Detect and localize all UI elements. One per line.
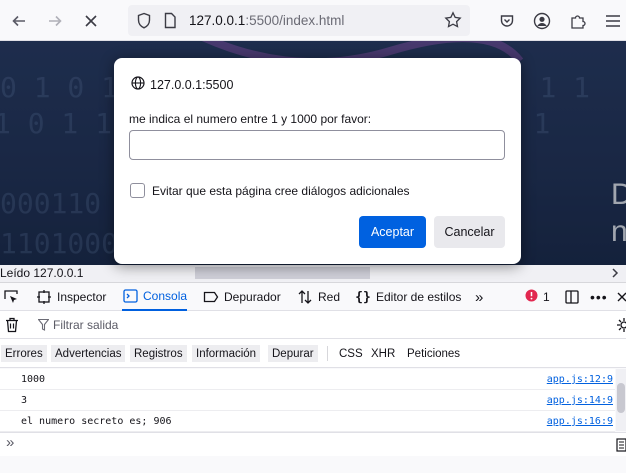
forward-arrow-icon[interactable] (42, 8, 68, 34)
pocket-icon[interactable] (494, 8, 520, 34)
filter-debug[interactable]: Depurar (268, 345, 318, 362)
tab-style-editor[interactable]: {} Editor de estilos (355, 283, 461, 311)
trash-icon[interactable] (5, 317, 19, 336)
suppress-dialogs-label[interactable]: Evitar que esta página cree diálogos adi… (152, 184, 410, 198)
filter-logs[interactable]: Registros (130, 345, 187, 362)
page-info-icon[interactable] (163, 12, 177, 32)
inspector-icon (36, 289, 52, 305)
back-arrow-icon[interactable] (6, 8, 32, 34)
console-settings-icon[interactable] (616, 317, 626, 336)
log-source-link[interactable]: app.js:12:9 (547, 374, 613, 385)
filter-input[interactable]: Filtrar salida (53, 318, 118, 332)
console-filter-bar: Filtrar salida (0, 311, 626, 339)
url-text[interactable]: 127.0.0.1:5500/index.html (189, 13, 344, 28)
console-log-row: 3 app.js:14:9 (0, 390, 615, 411)
stop-loading-icon[interactable] (78, 8, 104, 34)
account-icon[interactable] (529, 8, 555, 34)
log-message: el numero secreto es; 906 (21, 416, 172, 427)
filter-info[interactable]: Información (192, 345, 261, 362)
shield-icon[interactable] (136, 12, 152, 32)
console-input[interactable]: » (0, 432, 626, 456)
dialog-origin-text: 127.0.0.1:5500 (150, 77, 234, 92)
star-icon[interactable] (444, 11, 462, 32)
accept-button[interactable]: Aceptar (359, 216, 426, 248)
log-message: 1000 (21, 374, 46, 385)
scroll-right-icon[interactable] (610, 267, 620, 282)
tab-console[interactable]: Consola (122, 283, 188, 311)
console-log-row: 1000 app.js:12:9 (0, 369, 615, 390)
browser-toolbar: 127.0.0.1:5500/index.html (0, 0, 626, 41)
devtools-bottom-strip (0, 456, 626, 473)
filter-xhr[interactable]: XHR (367, 345, 399, 362)
suppress-dialogs-checkbox[interactable] (130, 183, 145, 198)
more-tabs-icon[interactable]: » (475, 283, 483, 311)
dialog-message: me indica el numero entre 1 y 1000 por f… (129, 112, 372, 126)
url-bar[interactable]: 127.0.0.1:5500/index.html (128, 5, 470, 36)
globe-icon (131, 76, 145, 93)
error-count-badge[interactable]: 1 (525, 283, 550, 311)
error-icon (525, 289, 538, 305)
console-icon (122, 288, 138, 304)
console-prompt-icon: » (6, 434, 15, 451)
category-divider (327, 346, 328, 361)
prompt-input[interactable] (129, 130, 505, 160)
tab-debugger[interactable]: Depurador (203, 283, 281, 311)
log-source-link[interactable]: app.js:16:9 (547, 416, 613, 427)
tab-network[interactable]: Red (297, 283, 340, 311)
menu-icon[interactable] (600, 8, 626, 34)
editor-mode-icon[interactable] (616, 438, 626, 455)
prompt-dialog: 127.0.0.1:5500 me indica el numero entre… (114, 58, 521, 264)
status-bar: Leído 127.0.0.1 (0, 265, 626, 282)
suppress-dialogs-option[interactable]: Evitar que esta página cree diálogos adi… (130, 183, 410, 198)
dialog-origin: 127.0.0.1:5500 (131, 76, 233, 93)
horizontal-scrollbar[interactable] (195, 267, 370, 279)
close-devtools-icon[interactable] (616, 283, 626, 311)
console-scrollbar-thumb[interactable] (617, 383, 625, 413)
options-menu-icon[interactable]: ••• (590, 283, 608, 311)
filter-css[interactable]: CSS (335, 345, 367, 362)
filter-errors[interactable]: Errores (1, 345, 47, 362)
tab-inspector[interactable]: Inspector (36, 283, 106, 311)
devtools-tabbar: Inspector Consola Depurador Red {} Edito… (0, 282, 626, 311)
status-text: Leído 127.0.0.1 (0, 266, 90, 280)
debugger-icon (203, 289, 219, 305)
filter-icon (37, 318, 50, 334)
filter-requests[interactable]: Peticiones (403, 345, 464, 362)
network-icon (297, 289, 313, 305)
extensions-icon[interactable] (565, 8, 591, 34)
log-source-link[interactable]: app.js:14:9 (547, 395, 613, 406)
console-categories: Errores Advertencias Registros Informaci… (0, 339, 626, 368)
console-log-row: el numero secreto es; 906 app.js:16:9 (0, 411, 615, 432)
dock-toggle-icon[interactable] (564, 283, 580, 311)
filter-warnings[interactable]: Advertencias (51, 345, 126, 362)
cancel-button[interactable]: Cancelar (434, 216, 505, 248)
style-editor-icon: {} (355, 289, 371, 305)
log-message: 3 (21, 395, 28, 406)
element-picker-icon[interactable] (3, 283, 19, 311)
